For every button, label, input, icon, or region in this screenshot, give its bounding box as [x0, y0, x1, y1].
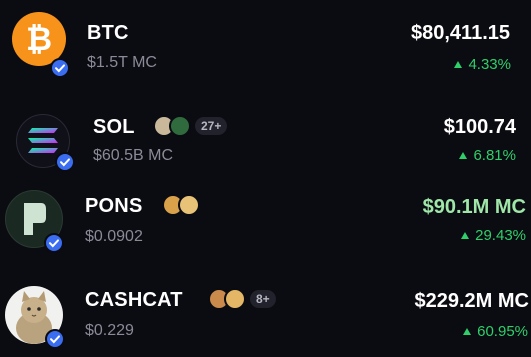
- token-symbol: PONS: [85, 195, 143, 217]
- token-change-value: 4.33%: [468, 56, 511, 73]
- token-price: $0.229: [85, 322, 134, 339]
- token-value: $80,411.15: [411, 22, 510, 44]
- token-row-sol[interactable]: SOL 27+ $60.5B MC $100.74 6.81%: [0, 98, 531, 184]
- token-change: 6.81%: [459, 147, 516, 164]
- holder-avatar-icon: [169, 115, 191, 137]
- token-symbol: SOL: [93, 116, 135, 138]
- holder-count: 8+: [250, 290, 276, 308]
- token-list: ₿ BTC $1.5T MC $80,411.15 4.33% SOL 27+ …: [0, 0, 531, 357]
- holder-count: 27+: [195, 117, 228, 135]
- token-row-btc[interactable]: ₿ BTC $1.5T MC $80,411.15 4.33%: [0, 2, 531, 88]
- token-change: 29.43%: [461, 227, 526, 244]
- up-arrow-icon: [454, 61, 463, 68]
- holder-avatars[interactable]: [162, 193, 200, 217]
- holder-avatar-icon: [178, 194, 200, 216]
- token-symbol: BTC: [87, 22, 129, 44]
- token-change-value: 29.43%: [475, 227, 526, 244]
- token-price: $0.0902: [85, 228, 143, 245]
- verified-icon: [50, 58, 70, 78]
- token-row-pons[interactable]: PONS $0.0902 $90.1M MC 29.43%: [0, 178, 531, 264]
- holder-avatars[interactable]: 27+: [153, 114, 228, 138]
- up-arrow-icon: [463, 328, 472, 335]
- token-value: $90.1M MC: [422, 196, 526, 218]
- up-arrow-icon: [461, 232, 470, 239]
- token-value: $229.2M MC: [414, 290, 530, 312]
- token-value: $100.74: [443, 116, 516, 138]
- up-arrow-icon: [459, 152, 468, 159]
- verified-icon: [55, 152, 75, 172]
- token-change: 4.33%: [454, 56, 511, 73]
- holder-avatar-icon: [224, 288, 246, 310]
- token-row-cashcat[interactable]: CASHCAT 8+ $0.229 $229.2M MC 60.95%: [0, 266, 531, 352]
- token-market-cap: $1.5T MC: [87, 54, 157, 71]
- token-market-cap: $60.5B MC: [93, 147, 174, 164]
- verified-icon: [45, 329, 65, 349]
- token-change-value: 6.81%: [473, 147, 516, 164]
- token-symbol: CASHCAT: [85, 289, 183, 311]
- verified-icon: [44, 233, 64, 253]
- token-change-value: 60.95%: [477, 323, 528, 340]
- token-change: 60.95%: [463, 323, 528, 340]
- holder-avatars[interactable]: 8+: [208, 287, 276, 311]
- svg-text:₿: ₿: [26, 21, 52, 57]
